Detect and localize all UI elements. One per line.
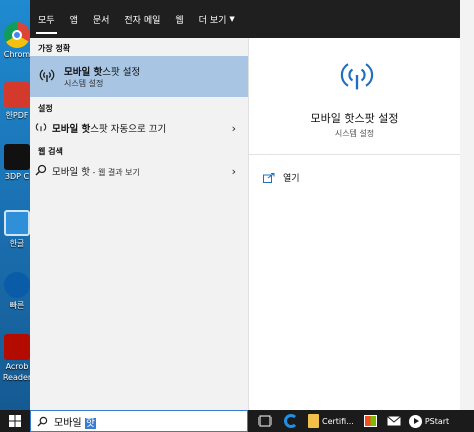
desktop-icon-hangul[interactable]: 한글 bbox=[2, 210, 32, 268]
section-title-settings: 설정 bbox=[38, 104, 53, 113]
acrobat-icon bbox=[4, 334, 30, 360]
mail-icon bbox=[387, 416, 401, 426]
web-search-suffix: - 웹 결과 보기 bbox=[89, 168, 140, 177]
quick-assist-icon bbox=[4, 272, 30, 298]
search-text: 모바일 핫 bbox=[54, 414, 96, 429]
taskbar: 모바일 핫 Certifi... PStart bbox=[0, 410, 474, 432]
web-search-query: 모바일 핫 bbox=[52, 167, 90, 178]
preview-divider bbox=[249, 154, 460, 155]
web-search-label: 모바일 핫 - 웹 결과 보기 bbox=[52, 164, 140, 178]
preview-subtitle: 시스템 설정 bbox=[334, 129, 375, 138]
desktop-icon-label: 한PDF bbox=[5, 111, 29, 120]
preview-title: 모바일 핫스팟 설정 bbox=[310, 112, 399, 125]
pstart-icon bbox=[408, 414, 422, 428]
best-match-title-rest: 스팟 설정 bbox=[102, 67, 141, 78]
store-button[interactable] bbox=[363, 410, 377, 432]
open-label: 열기 bbox=[283, 174, 300, 184]
search-query: 모바일 bbox=[54, 417, 85, 429]
desktop-icon-label: Acrob bbox=[5, 362, 29, 371]
preview-pane: 모바일 핫스팟 설정 시스템 설정 열기 bbox=[248, 38, 460, 410]
best-match-item[interactable]: 모바일 핫스팟 설정 시스템 설정 bbox=[30, 56, 248, 97]
section-title-web: 웹 검색 bbox=[38, 147, 63, 156]
desktop-icon-label: Chrom bbox=[3, 50, 31, 59]
wireless-broadcast-icon bbox=[339, 60, 375, 94]
open-action[interactable]: 열기 bbox=[263, 168, 300, 187]
section-title-best-match: 가장 정확 bbox=[38, 44, 71, 53]
settings-item-rest: 스팟 자동으로 끄기 bbox=[90, 124, 167, 135]
open-icon bbox=[263, 168, 275, 187]
tab-email[interactable]: 전자 메일 bbox=[124, 0, 160, 38]
store-icon bbox=[363, 415, 377, 427]
desktop-icon-label: 빠른 bbox=[9, 301, 25, 310]
edge-icon bbox=[284, 414, 298, 428]
search-icon bbox=[37, 416, 48, 427]
search-query-highlight: 핫 bbox=[84, 417, 96, 429]
best-match-title: 모바일 핫스팟 설정 bbox=[64, 64, 140, 78]
tab-more[interactable]: 더 보기 ▼ bbox=[199, 0, 235, 38]
tab-web[interactable]: 웹 bbox=[175, 0, 183, 38]
taskbar-item-pstart[interactable]: PStart bbox=[405, 410, 453, 432]
desktop-icon-chrome[interactable]: Chrom bbox=[2, 22, 32, 80]
mail-button[interactable] bbox=[387, 410, 401, 432]
settings-item-hotspot-auto-off[interactable]: 모바일 핫스팟 자동으로 끄기 › bbox=[30, 118, 248, 138]
edge-button[interactable] bbox=[284, 410, 298, 432]
desktop-icon-label: 한글 bbox=[9, 239, 25, 248]
settings-item-bold: 모바일 핫 bbox=[52, 124, 91, 135]
pdf-icon bbox=[4, 82, 30, 108]
best-match-title-bold: 모바일 핫 bbox=[64, 67, 103, 78]
3dp-icon bbox=[4, 144, 30, 170]
task-view-icon bbox=[258, 415, 272, 427]
tab-documents[interactable]: 문서 bbox=[93, 0, 110, 38]
search-icon bbox=[30, 164, 52, 179]
wireless-broadcast-icon bbox=[30, 121, 52, 136]
chevron-right-icon: › bbox=[231, 121, 236, 135]
start-search-panel: 모두 앱 문서 전자 메일 웹 더 보기 ▼ 가장 정확 모바일 핫스팟 설정 … bbox=[30, 0, 460, 410]
tab-all[interactable]: 모두 bbox=[36, 0, 57, 38]
chevron-down-icon: ▼ bbox=[229, 15, 235, 23]
windows-icon bbox=[9, 415, 21, 427]
taskbar-item-certificate[interactable]: Certifi... bbox=[304, 410, 358, 432]
wireless-broadcast-icon bbox=[30, 67, 64, 86]
start-button[interactable] bbox=[0, 410, 30, 432]
desktop-icon-quick[interactable]: 빠른 bbox=[2, 272, 32, 330]
desktop-icon-label: 3DP C bbox=[4, 172, 30, 181]
hangul-icon bbox=[4, 210, 30, 236]
desktop-icon-hanpdf[interactable]: 한PDF bbox=[2, 82, 32, 140]
desktop-icon-acrobat[interactable]: Acrob Reader bbox=[2, 334, 32, 410]
taskbar-item-label: PStart bbox=[424, 416, 450, 426]
web-search-item[interactable]: 모바일 핫 - 웹 결과 보기 › bbox=[30, 161, 248, 181]
best-match-subtitle: 시스템 설정 bbox=[64, 79, 104, 88]
chrome-icon bbox=[4, 22, 30, 48]
tab-apps[interactable]: 앱 bbox=[70, 0, 78, 38]
chevron-right-icon: › bbox=[231, 164, 236, 178]
task-view-button[interactable] bbox=[258, 410, 272, 432]
results-list: 가장 정확 모바일 핫스팟 설정 시스템 설정 설정 모바일 핫스팟 자동으로 … bbox=[30, 38, 248, 410]
filter-tabs: 모두 앱 문서 전자 메일 웹 더 보기 ▼ bbox=[30, 0, 460, 38]
desktop-icon-label: Reader bbox=[2, 373, 32, 382]
background-window-edge bbox=[460, 0, 474, 410]
folder-icon bbox=[308, 414, 319, 428]
taskbar-item-label: Certifi... bbox=[322, 416, 354, 426]
tab-more-label: 더 보기 bbox=[198, 15, 227, 26]
desktop-icon-3dp[interactable]: 3DP C bbox=[2, 144, 32, 202]
taskbar-search-input[interactable]: 모바일 핫 bbox=[30, 410, 248, 432]
settings-item-label: 모바일 핫스팟 자동으로 끄기 bbox=[52, 121, 166, 135]
